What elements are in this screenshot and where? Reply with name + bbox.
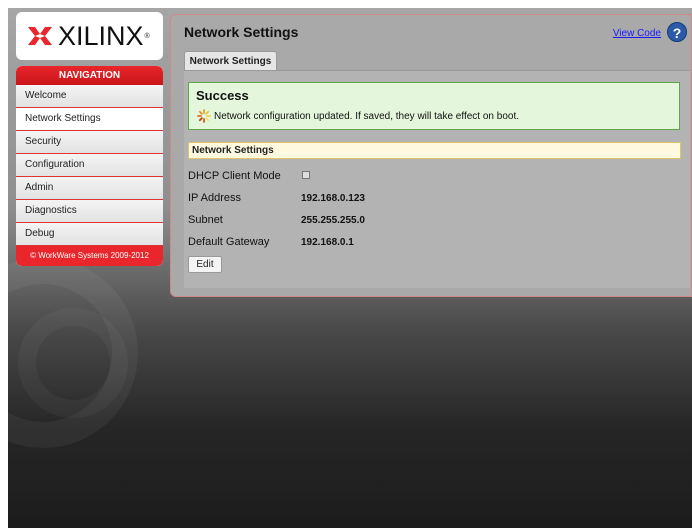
default-gateway-value: 192.168.0.1	[301, 237, 354, 248]
dhcp-label: DHCP Client Mode	[188, 170, 281, 182]
nav-footer: © WorkWare Systems 2009-2012	[16, 246, 163, 266]
sidebar-navigation: NAVIGATION Welcome Network Settings Secu…	[16, 66, 163, 266]
sidebar-item-debug[interactable]: Debug	[16, 223, 163, 246]
view-code-link[interactable]: View Code	[613, 28, 661, 39]
sidebar-item-admin[interactable]: Admin	[16, 177, 163, 200]
subnet-label: Subnet	[188, 214, 223, 226]
nav-header: NAVIGATION	[16, 66, 163, 85]
page-title: Network Settings	[184, 24, 299, 40]
ip-address-value: 192.168.0.123	[301, 193, 365, 204]
sidebar-item-security[interactable]: Security	[16, 131, 163, 154]
xilinx-logo-icon	[28, 27, 52, 45]
logo-text: XILINX	[58, 20, 144, 51]
dhcp-checkbox[interactable]	[302, 171, 310, 179]
background-swirl-inner	[18, 308, 128, 418]
default-gateway-label: Default Gateway	[188, 236, 270, 248]
success-title: Success	[196, 88, 249, 103]
subnet-value: 255.255.255.0	[301, 215, 365, 226]
copyright-link[interactable]: © WorkWare Systems 2009-2012	[30, 251, 149, 260]
edit-button[interactable]: Edit	[188, 256, 222, 273]
xilinx-logo: XILINX ®	[16, 12, 163, 60]
sidebar-item-configuration[interactable]: Configuration	[16, 154, 163, 177]
logo-registered-mark: ®	[144, 32, 150, 40]
spinner-icon	[197, 109, 211, 123]
sidebar-item-welcome[interactable]: Welcome	[16, 85, 163, 108]
success-message-box: Success Network configuration updated. I…	[188, 82, 680, 130]
sidebar-item-diagnostics[interactable]: Diagnostics	[16, 200, 163, 223]
sidebar-item-network-settings[interactable]: Network Settings	[16, 108, 163, 131]
main-panel: Network Settings View Code ? Network Set…	[170, 14, 692, 297]
section-header: Network Settings	[188, 142, 681, 159]
tab-network-settings[interactable]: Network Settings	[184, 51, 277, 71]
success-message: Network configuration updated. If saved,…	[214, 111, 519, 122]
ip-address-label: IP Address	[188, 192, 241, 204]
help-icon[interactable]: ?	[667, 22, 687, 42]
tab-content: Success Network configuration updated. I…	[184, 70, 690, 288]
